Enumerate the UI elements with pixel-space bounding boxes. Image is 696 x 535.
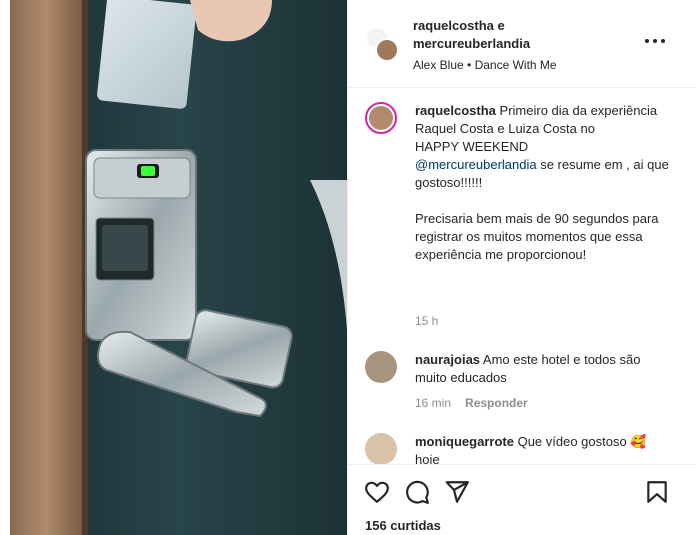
comment-text: naurajoias Amo este hotel e todos são mu…: [415, 351, 675, 387]
avatar[interactable]: [365, 433, 397, 464]
comment-body: Que vídeo gostoso 🥰: [513, 434, 647, 449]
author-link[interactable]: mercureuberlandia: [413, 36, 530, 51]
collab-avatars[interactable]: [365, 26, 401, 64]
comment-username[interactable]: moniquegarrote: [415, 434, 514, 449]
comment-body: hoje: [415, 452, 440, 464]
avatar[interactable]: [365, 351, 397, 383]
post-media[interactable]: [10, 0, 347, 535]
action-bar: [348, 464, 696, 514]
door-lock-photo: [10, 0, 347, 535]
author-link[interactable]: raquelcostha: [413, 18, 494, 33]
audio-label[interactable]: Alex Blue • Dance With Me: [413, 58, 557, 72]
comment-text: moniquegarrote Que vídeo gostoso 🥰 hoje: [415, 433, 675, 464]
post-authors: raquelcostha e mercureuberlandia: [413, 17, 530, 53]
avatar[interactable]: [375, 38, 399, 62]
avatar[interactable]: [365, 102, 397, 134]
author-joiner: e: [497, 18, 505, 33]
comment-meta: 16 min Responder: [415, 396, 528, 410]
mention-link[interactable]: @mercureuberlandia: [415, 157, 537, 172]
save-icon[interactable]: [644, 479, 670, 505]
likes-count[interactable]: 156 curtidas: [365, 518, 441, 533]
heart-icon[interactable]: [364, 479, 390, 505]
caption-body: se resume em , ai que gostoso!!!!!! Prec…: [415, 157, 669, 262]
reply-button[interactable]: Responder: [465, 396, 528, 410]
caption-text: raquelcostha Primeiro dia da experiência…: [415, 102, 675, 264]
caption-username[interactable]: raquelcostha: [415, 103, 496, 118]
share-icon[interactable]: [444, 479, 470, 505]
post-panel: raquelcostha e mercureuberlandia Alex Bl…: [347, 0, 696, 535]
comment-time: 16 min: [415, 396, 452, 410]
caption-time: 15 h: [415, 314, 439, 328]
comment-icon[interactable]: [404, 479, 430, 505]
comment-username[interactable]: naurajoias: [415, 352, 480, 367]
post-header: raquelcostha e mercureuberlandia Alex Bl…: [348, 0, 696, 88]
more-icon[interactable]: [645, 38, 665, 44]
comments-list[interactable]: raquelcostha Primeiro dia da experiência…: [348, 89, 696, 464]
